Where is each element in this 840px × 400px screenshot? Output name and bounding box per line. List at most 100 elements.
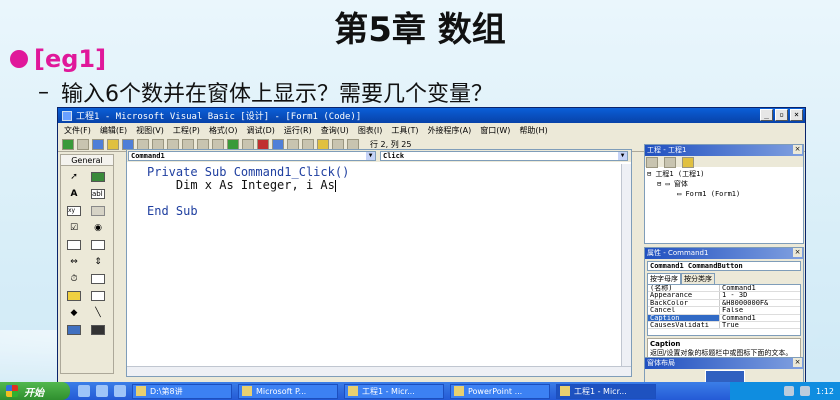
textbox-tool[interactable]: abl [88, 187, 108, 200]
open-icon[interactable] [107, 138, 119, 150]
cut-icon[interactable] [137, 138, 149, 150]
media-icon[interactable] [96, 385, 108, 397]
add-project-icon[interactable] [62, 138, 74, 150]
project-explorer-icon[interactable] [272, 138, 284, 150]
toolbox-header[interactable]: General [61, 155, 113, 166]
data-view-icon[interactable] [347, 138, 359, 150]
hscrollbar-tool[interactable]: ⇔ [64, 255, 84, 268]
window-controls: _ ▫ × [760, 109, 803, 121]
tree-item-project[interactable]: ⊟ 工程1 (工程1) [647, 169, 801, 179]
menu-editor-icon[interactable] [92, 138, 104, 150]
optionbutton-tool[interactable]: ◉ [88, 221, 108, 234]
property-row[interactable]: BackColor &H8000000F& [648, 299, 800, 308]
menu-file[interactable]: 文件(F) [64, 125, 91, 136]
tab-categorized[interactable]: 按分类序 [681, 273, 715, 284]
paste-icon[interactable] [167, 138, 179, 150]
timer-tool[interactable]: ⏱ [64, 272, 84, 285]
menu-help[interactable]: 帮助(H) [519, 125, 547, 136]
combobox-tool[interactable] [64, 238, 84, 251]
close-icon[interactable]: × [793, 145, 802, 154]
tree-item-forms[interactable]: ⊟ ▭ 窗体 [647, 179, 801, 189]
menu-tools[interactable]: 工具(T) [391, 125, 418, 136]
checkbox-tool[interactable]: ☑ [64, 221, 84, 234]
label-tool[interactable]: A [64, 187, 84, 200]
data-tool[interactable] [88, 323, 108, 336]
menu-view[interactable]: 视图(V) [136, 125, 164, 136]
data-icon [91, 324, 105, 335]
ie-icon[interactable] [78, 385, 90, 397]
property-row[interactable]: Cancel False [648, 307, 800, 315]
find-icon[interactable] [182, 138, 194, 150]
object-browser-icon[interactable] [317, 138, 329, 150]
menu-query[interactable]: 查询(U) [321, 125, 349, 136]
form-layout-title: 窗体布局 × [645, 358, 803, 369]
menu-debug[interactable]: 调试(D) [246, 125, 274, 136]
property-row-selected[interactable]: Caption Command1 [648, 314, 800, 322]
dirlist-tool[interactable] [64, 289, 84, 302]
properties-object-combo[interactable]: Command1 CommandButton [647, 261, 801, 271]
toolbox-icon[interactable] [332, 138, 344, 150]
form-layout-icon[interactable] [302, 138, 314, 150]
code-horizontal-scrollbar[interactable] [127, 366, 631, 376]
tree-item-form1[interactable]: ▭ Form1 (Form1) [647, 189, 801, 199]
menu-project[interactable]: 工程(P) [173, 125, 200, 136]
run-icon[interactable] [227, 138, 239, 150]
close-icon[interactable]: × [793, 248, 802, 257]
restore-button[interactable]: ▫ [775, 109, 788, 121]
listbox-tool[interactable] [88, 238, 108, 251]
copy-icon[interactable] [152, 138, 164, 150]
tray-volume-icon[interactable] [784, 386, 795, 396]
chevron-down-icon[interactable]: ▼ [618, 152, 627, 160]
menu-run[interactable]: 运行(R) [284, 125, 312, 136]
taskbar-item-folder[interactable]: D:\第8讲 [132, 383, 232, 399]
add-form-icon[interactable] [77, 138, 89, 150]
taskbar-item-vb2[interactable]: 工程1 - Micr... [556, 383, 656, 399]
taskbar-item-ppt1[interactable]: Microsoft P... [238, 383, 338, 399]
frame-tool[interactable]: xy [64, 204, 84, 217]
code-editor[interactable]: Private Sub Command1_Click() Dim x As In… [127, 164, 631, 376]
minimize-button[interactable]: _ [760, 109, 773, 121]
bullet-dot-icon [10, 50, 28, 68]
menu-window[interactable]: 窗口(W) [480, 125, 510, 136]
clock[interactable]: 1:12 [816, 387, 834, 396]
stop-icon[interactable] [257, 138, 269, 150]
menu-edit[interactable]: 编辑(E) [100, 125, 127, 136]
pointer-tool[interactable]: ➚ [64, 170, 84, 183]
chevron-down-icon[interactable]: ▼ [366, 152, 375, 160]
toggle-folders-icon[interactable] [682, 157, 694, 168]
undo-icon[interactable] [197, 138, 209, 150]
redo-icon[interactable] [212, 138, 224, 150]
frame-icon: xy [67, 205, 81, 216]
vb-title-bar[interactable]: 工程1 - Microsoft Visual Basic [设计] - [For… [58, 108, 805, 123]
property-row[interactable]: Appearance 1 - 3D [648, 292, 800, 300]
properties-window-icon[interactable] [287, 138, 299, 150]
desktop-icon[interactable] [114, 385, 126, 397]
view-code-icon[interactable] [646, 157, 658, 168]
commandbutton-tool[interactable] [88, 204, 108, 217]
picturebox-tool[interactable] [88, 170, 108, 183]
filelist-tool[interactable] [88, 289, 108, 302]
break-icon[interactable] [242, 138, 254, 150]
taskbar-item-ppt2[interactable]: PowerPoint ... [450, 383, 550, 399]
tray-network-icon[interactable] [800, 386, 811, 396]
taskbar-item-vb1[interactable]: 工程1 - Micr... [344, 383, 444, 399]
view-object-icon[interactable] [664, 157, 676, 168]
close-icon[interactable]: × [793, 358, 802, 367]
tab-alphabetic[interactable]: 按字母序 [647, 273, 681, 284]
menu-addins[interactable]: 外接程序(A) [428, 125, 472, 136]
menu-diagram[interactable]: 图表(I) [358, 125, 383, 136]
menu-format[interactable]: 格式(O) [209, 125, 238, 136]
property-row[interactable]: CausesValidati True [648, 321, 800, 330]
drivelist-tool[interactable] [88, 272, 108, 285]
object-combo[interactable]: Command1 ▼ [128, 151, 376, 161]
property-row[interactable]: (名称) Command1 [648, 285, 800, 293]
save-icon[interactable] [122, 138, 134, 150]
line-tool[interactable]: ╲ [88, 306, 108, 319]
shape-tool[interactable]: ◆ [64, 306, 84, 319]
code-vertical-scrollbar[interactable] [621, 164, 631, 376]
close-button[interactable]: × [790, 109, 803, 121]
procedure-combo[interactable]: Click ▼ [380, 151, 628, 161]
start-button[interactable]: 开始 [0, 382, 70, 400]
image-tool[interactable] [64, 323, 84, 336]
vscrollbar-tool[interactable]: ⇕ [88, 255, 108, 268]
